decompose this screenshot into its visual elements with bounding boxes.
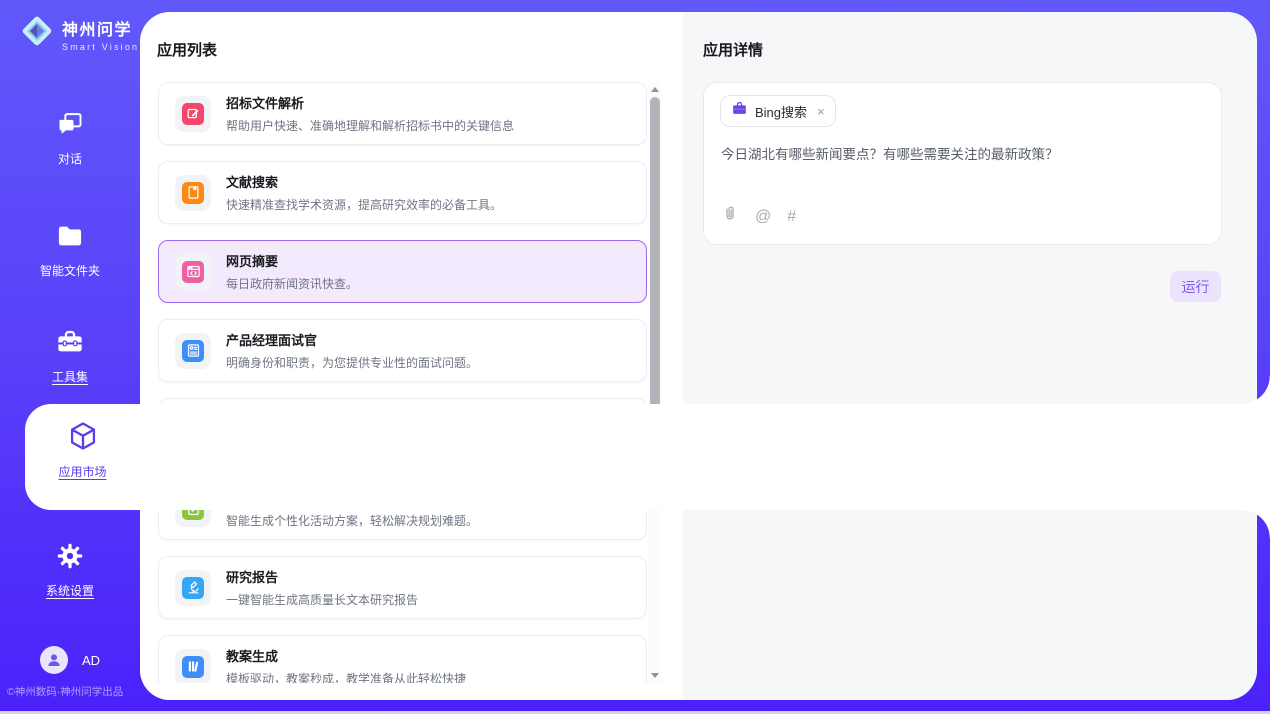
app-card-research-report[interactable]: 研究报告 一键智能生成高质量长文本研究报告 <box>158 556 647 619</box>
avatar <box>40 646 68 674</box>
app-icon-tile <box>175 570 211 606</box>
app-name: 研究报告 <box>226 567 418 586</box>
cube-icon <box>67 420 99 457</box>
app-desc: 一键智能生成高质量长文本研究报告 <box>226 591 418 608</box>
composer-card[interactable]: Bing搜索 × 今日湖北有哪些新闻要点？有哪些需要关注的最新政策？ @ # <box>703 82 1222 245</box>
books-icon <box>182 656 204 678</box>
sidebar-item-label: 系统设置 <box>46 582 94 599</box>
microscope-icon <box>182 577 204 599</box>
close-icon[interactable]: × <box>817 104 825 119</box>
diamond-logo-icon <box>19 13 55 54</box>
sidebar-item-toolset[interactable]: 工具集 <box>0 328 140 385</box>
app-icon-tile <box>175 254 211 290</box>
brand-logo: 神州问学 Smart Vision <box>19 13 139 54</box>
app-icon-tile <box>175 96 211 132</box>
chat-icon <box>56 110 84 143</box>
composer-toolbar: @ # <box>721 205 796 228</box>
brand-name: 神州问学 <box>62 16 139 40</box>
app-list-pane: 应用列表 招标文件解析 帮助用户快速、准确地理解和解析招标书中的关键信 <box>140 12 683 700</box>
scroll-up-arrow-icon[interactable] <box>651 87 659 92</box>
query-text[interactable]: 今日湖北有哪些新闻要点？有哪些需要关注的最新政策？ <box>721 145 1201 165</box>
app-desc: 帮助用户快速、准确地理解和解析招标书中的关键信息 <box>226 117 514 134</box>
paperclip-icon[interactable] <box>721 205 739 228</box>
person-icon <box>45 651 63 669</box>
resume-icon <box>182 340 204 362</box>
app-name: 文献搜索 <box>226 172 502 191</box>
app-icon-tile <box>175 333 211 369</box>
brand-subtitle: Smart Vision <box>62 42 139 52</box>
sidebar-item-label: 应用市场 <box>58 463 106 480</box>
tool-tag-label: Bing搜索 <box>755 102 807 121</box>
sidebar-item-label: 智能文件夹 <box>40 262 100 279</box>
user-name: AD <box>82 653 100 668</box>
gear-icon <box>56 542 84 575</box>
sidebar-item-settings[interactable]: 系统设置 <box>0 542 140 599</box>
app-name: 产品经理面试官 <box>226 330 478 349</box>
app-name: 招标文件解析 <box>226 93 514 112</box>
app-detail-title: 应用详情 <box>703 39 763 60</box>
app-card-pm-interviewer[interactable]: 产品经理面试官 明确身份和职责，为您提供专业性的面试问题。 <box>158 319 647 382</box>
app-name: 教案生成 <box>226 646 466 665</box>
app-card-webpage-summary[interactable]: 网页摘要 每日政府新闻资讯快查。 <box>158 240 647 303</box>
app-card-bid-document-parse[interactable]: 招标文件解析 帮助用户快速、准确地理解和解析招标书中的关键信息 <box>158 82 647 145</box>
sidebar-item-app-market[interactable]: 应用市场 <box>25 420 140 480</box>
app-name: 网页摘要 <box>226 251 358 270</box>
webpage-code-icon <box>182 261 204 283</box>
tool-tag-bing-search[interactable]: Bing搜索 × <box>720 95 836 127</box>
folder-icon <box>56 222 84 255</box>
main-panel: 应用列表 招标文件解析 帮助用户快速、准确地理解和解析招标书中的关键信 <box>140 12 1257 700</box>
app-card-lesson-plan[interactable]: 教案生成 模板驱动，教案秒成，教学准备从此轻松快捷 <box>158 635 647 683</box>
app-window: 神州问学 Smart Vision 对话 智能文件夹 <box>0 0 1270 714</box>
app-desc: 快速精准查找学术资源，提高研究效率的必备工具。 <box>226 196 502 213</box>
app-icon-tile <box>175 175 211 211</box>
sidebar-item-chat[interactable]: 对话 <box>0 110 140 167</box>
app-list-title: 应用列表 <box>157 39 217 60</box>
run-button[interactable]: 运行 <box>1170 271 1221 302</box>
app-desc: 明确身份和职责，为您提供专业性的面试问题。 <box>226 354 478 371</box>
toolbox-icon <box>56 328 84 361</box>
sidebar-footer: ©神州数码·神州问学出品 <box>7 684 123 699</box>
edit-document-icon <box>182 103 204 125</box>
app-list: 招标文件解析 帮助用户快速、准确地理解和解析招标书中的关键信息 <box>158 82 647 683</box>
app-desc: 智能生成个性化活动方案，轻松解决规划难题。 <box>226 512 478 529</box>
user-row[interactable]: AD <box>0 646 140 674</box>
app-icon-tile <box>175 649 211 684</box>
hash-icon[interactable]: # <box>787 209 796 225</box>
scroll-down-arrow-icon[interactable] <box>651 673 659 678</box>
app-detail-pane: 应用详情 Bing搜索 × 今日湖北有哪些新闻要点？有哪些需要关注的最新政策？ <box>683 12 1257 700</box>
book-icon <box>182 182 204 204</box>
app-card-literature-search[interactable]: 文献搜索 快速精准查找学术资源，提高研究效率的必备工具。 <box>158 161 647 224</box>
sidebar-item-label: 对话 <box>58 150 82 167</box>
at-icon[interactable]: @ <box>755 209 771 225</box>
sidebar-active-highlight: 应用市场 <box>25 404 1270 510</box>
sidebar-item-smart-folder[interactable]: 智能文件夹 <box>0 222 140 279</box>
app-desc: 模板驱动，教案秒成，教学准备从此轻松快捷 <box>226 670 466 683</box>
sidebar-item-label: 工具集 <box>52 368 88 385</box>
app-desc: 每日政府新闻资讯快查。 <box>226 275 358 292</box>
app-list-scrollbar[interactable] <box>649 82 661 683</box>
briefcase-icon <box>731 100 748 122</box>
